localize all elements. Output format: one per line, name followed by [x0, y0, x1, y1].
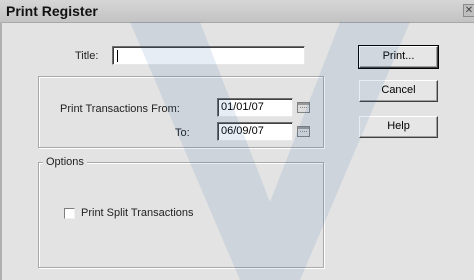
- help-button[interactable]: Help: [359, 116, 438, 138]
- print-button-label: Print...: [382, 50, 415, 62]
- help-button-label: Help: [387, 120, 410, 132]
- from-date-label: Print Transactions From:: [60, 103, 180, 115]
- calendar-icon[interactable]: [297, 126, 310, 137]
- cancel-button-label: Cancel: [381, 84, 416, 96]
- to-date-value: 06/09/07: [221, 125, 264, 137]
- from-date-value: 01/01/07: [221, 101, 264, 113]
- calendar-icon[interactable]: [297, 102, 310, 113]
- from-date-input[interactable]: 01/01/07: [217, 98, 293, 117]
- split-transactions-checkbox[interactable]: [64, 208, 75, 219]
- title-input[interactable]: [112, 46, 305, 65]
- window-left-edge: [0, 22, 2, 280]
- title-label: Title:: [75, 50, 99, 62]
- to-date-label: To:: [175, 127, 190, 139]
- title-bar: Print Register ✕: [0, 0, 474, 23]
- split-transactions-label[interactable]: Print Split Transactions: [81, 207, 194, 219]
- close-icon: ✕: [464, 5, 474, 16]
- text-caret: [117, 50, 118, 62]
- to-date-input[interactable]: 06/09/07: [217, 122, 293, 141]
- print-button[interactable]: Print...: [358, 45, 439, 69]
- cancel-button[interactable]: Cancel: [359, 80, 438, 102]
- options-legend: Options: [43, 156, 87, 168]
- close-button[interactable]: ✕: [463, 4, 474, 17]
- window-title: Print Register: [6, 3, 98, 19]
